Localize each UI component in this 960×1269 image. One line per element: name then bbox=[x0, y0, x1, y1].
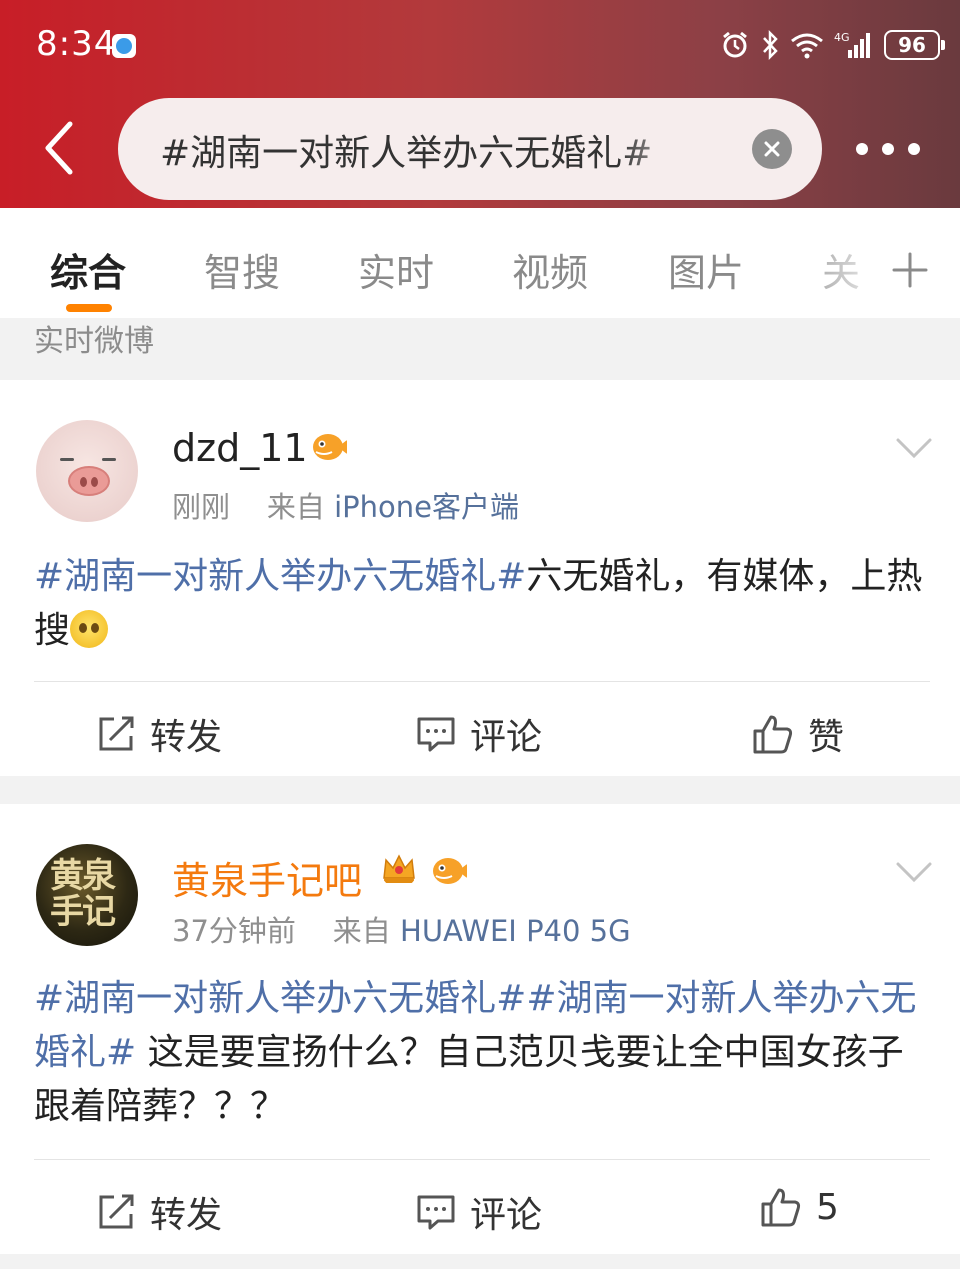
post-text: #湖南一对新人举办六无婚礼#六无婚礼，有媒体，上热搜 bbox=[34, 550, 926, 658]
post-card[interactable]: 黄泉手记 黄泉手记吧 37分钟前 来自 HUAWEI P40 5G #湖南一对新… bbox=[0, 804, 960, 1254]
alarm-icon bbox=[723, 31, 747, 58]
post-text: #湖南一对新人举办六无婚礼##湖南一对新人举办六无婚礼# 这是要宣扬什么？自己范… bbox=[34, 972, 926, 1134]
like-label: 赞 bbox=[808, 717, 845, 758]
tab-realtime[interactable]: 实时 bbox=[358, 242, 434, 297]
more-dot-icon bbox=[908, 143, 920, 155]
search-input[interactable]: #湖南一对新人举办六无婚礼# bbox=[118, 98, 822, 200]
comment-button[interactable]: 评论 bbox=[416, 1186, 542, 1238]
chevron-down-icon[interactable] bbox=[894, 436, 934, 460]
status-icons: 4G 96 bbox=[720, 26, 945, 64]
cellular-signal-icon: 4G bbox=[834, 31, 870, 58]
comment-label: 评论 bbox=[470, 1195, 543, 1236]
post-time: 37分钟前 bbox=[172, 914, 296, 948]
active-tab-indicator bbox=[66, 304, 112, 312]
repost-icon bbox=[99, 716, 134, 751]
user-name[interactable]: dzd_11 bbox=[172, 426, 308, 470]
header-bar: 8:34 4G 96 #湖南一对新人举办六无婚礼# bbox=[0, 0, 960, 208]
thumbs-up-icon bbox=[761, 1188, 801, 1227]
battery-indicator: 96 bbox=[884, 30, 945, 60]
comment-icon bbox=[417, 717, 455, 752]
post-time: 刚刚 bbox=[172, 490, 231, 524]
comment-button[interactable]: 评论 bbox=[416, 708, 542, 760]
back-arrow-icon bbox=[45, 121, 73, 175]
tabs-fade-overlay bbox=[780, 208, 880, 318]
avatar-snout bbox=[68, 466, 110, 496]
repost-button[interactable]: 转发 bbox=[96, 1186, 222, 1238]
fish-badge-icon bbox=[433, 858, 467, 884]
avatar-eye bbox=[60, 458, 74, 461]
post-meta: 刚刚 来自 iPhone客户端 bbox=[172, 484, 519, 526]
avatar[interactable]: 黄泉手记 bbox=[36, 844, 138, 946]
browser-notification-icon bbox=[112, 34, 136, 58]
tab-comprehensive[interactable]: 综合 bbox=[50, 242, 126, 297]
wifi-icon bbox=[791, 33, 823, 59]
more-dot-icon bbox=[882, 143, 894, 155]
comment-icon bbox=[417, 1195, 455, 1230]
close-icon bbox=[764, 141, 780, 157]
fish-badge-icon bbox=[313, 434, 347, 460]
user-name[interactable]: 黄泉手记吧 bbox=[172, 850, 362, 905]
comment-label: 评论 bbox=[470, 717, 543, 758]
avatar-logo-text: 黄泉手记 bbox=[50, 856, 116, 932]
like-button[interactable]: 5 bbox=[760, 1186, 839, 1228]
status-time: 8:34 bbox=[36, 24, 117, 64]
post-source[interactable]: iPhone客户端 bbox=[334, 490, 519, 524]
tab-images[interactable]: 图片 bbox=[668, 242, 744, 297]
more-options-button[interactable] bbox=[856, 140, 920, 158]
post-source[interactable]: HUAWEI P40 5G bbox=[400, 914, 631, 948]
divider bbox=[34, 1159, 930, 1160]
section-label: 实时微博 bbox=[34, 324, 154, 359]
repost-icon bbox=[99, 1194, 134, 1229]
search-query-text: #湖南一对新人举办六无婚礼# bbox=[160, 133, 653, 174]
doge-emoji-icon bbox=[70, 610, 109, 648]
like-count: 5 bbox=[816, 1186, 839, 1228]
post-source-prefix: 来自 bbox=[332, 914, 391, 948]
repost-label: 转发 bbox=[150, 717, 223, 758]
network-type-label: 4G bbox=[834, 31, 850, 44]
repost-button[interactable]: 转发 bbox=[96, 708, 222, 760]
plus-icon bbox=[892, 252, 928, 288]
post-source-prefix: 来自 bbox=[266, 490, 325, 524]
avatar[interactable] bbox=[36, 420, 138, 522]
add-tab-button[interactable] bbox=[890, 250, 930, 290]
post-card[interactable]: dzd_11 刚刚 来自 iPhone客户端 #湖南一对新人举办六无婚礼#六无婚… bbox=[0, 380, 960, 776]
clear-search-button[interactable] bbox=[752, 129, 792, 169]
bluetooth-icon bbox=[763, 29, 778, 61]
chevron-down-icon[interactable] bbox=[894, 860, 934, 884]
tab-smart-search[interactable]: 智搜 bbox=[204, 242, 280, 297]
crown-badge-icon bbox=[383, 854, 415, 883]
repost-label: 转发 bbox=[150, 1195, 223, 1236]
avatar-eye bbox=[102, 458, 116, 461]
post-body: 这是要宣扬什么？自己范贝戋要让全中国女孩子跟着陪葬？？？ bbox=[34, 1032, 904, 1127]
more-dot-icon bbox=[856, 143, 868, 155]
battery-level: 96 bbox=[898, 33, 926, 57]
search-tabs: 综合 智搜 实时 视频 图片 关 bbox=[0, 208, 960, 318]
post-meta: 37分钟前 来自 HUAWEI P40 5G bbox=[172, 908, 631, 950]
thumbs-up-icon bbox=[753, 715, 793, 754]
topic-link[interactable]: #湖南一对新人举办六无婚礼# bbox=[34, 556, 526, 597]
divider bbox=[34, 681, 930, 682]
tab-video[interactable]: 视频 bbox=[512, 242, 588, 297]
like-button[interactable]: 赞 bbox=[752, 708, 844, 760]
back-button[interactable] bbox=[36, 118, 84, 178]
